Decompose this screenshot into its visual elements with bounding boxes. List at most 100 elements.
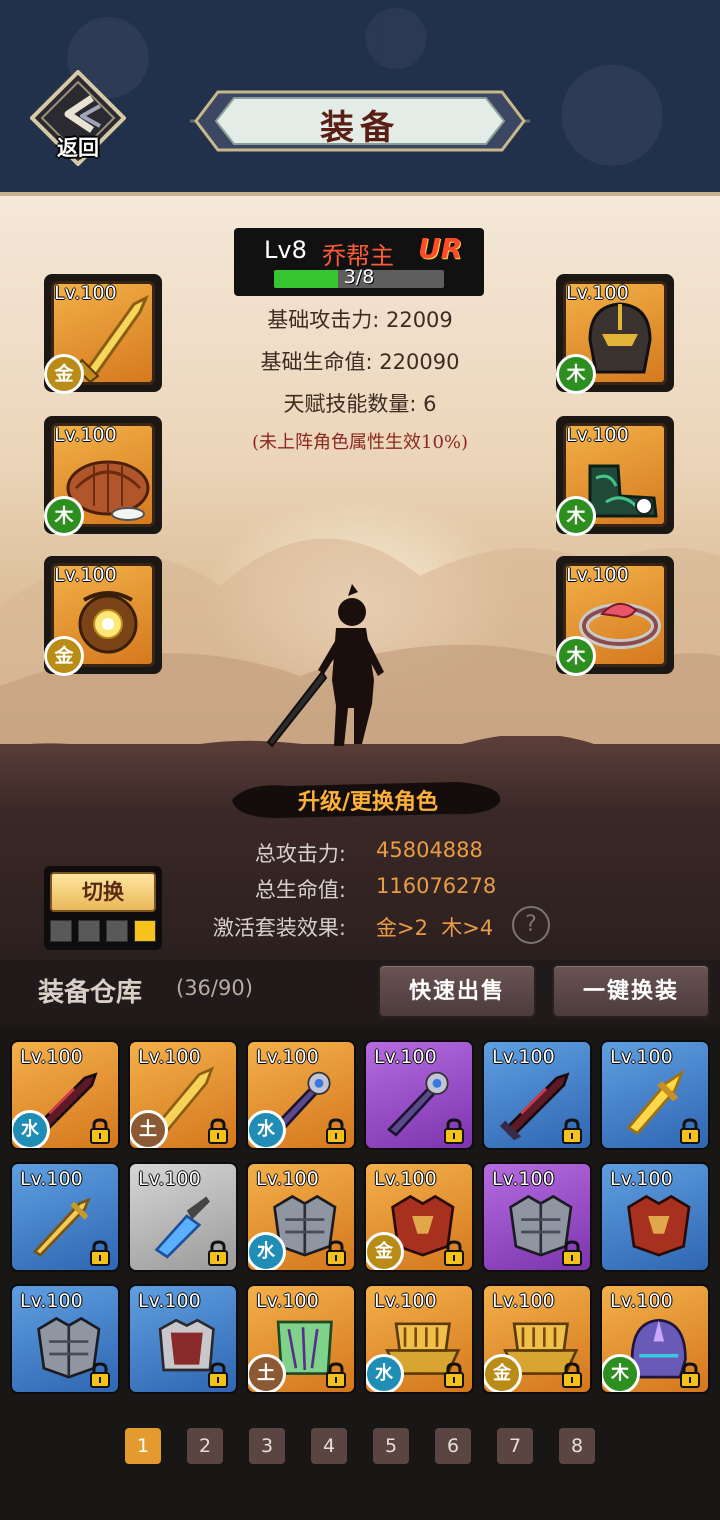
equip-slot-amulet[interactable]: Lv.100 金 <box>44 556 162 676</box>
item-level: Lv.100 <box>20 1290 83 1312</box>
red-armor-icon <box>627 1194 691 1257</box>
lock-icon <box>90 1362 110 1388</box>
equip-slot-helmet[interactable]: Lv.100 木 <box>44 416 162 536</box>
inventory-item[interactable]: Lv.100 <box>128 1284 238 1394</box>
element-badge: 金 <box>44 636 84 676</box>
inventory-item[interactable]: Lv.100 水 <box>364 1284 474 1394</box>
page-button-5[interactable]: 5 <box>373 1428 409 1464</box>
item-level: Lv.100 <box>374 1046 437 1068</box>
lock-icon <box>562 1240 582 1266</box>
inventory-item[interactable]: Lv.100 <box>364 1040 474 1150</box>
warehouse-title: 装备仓库 <box>38 978 143 1008</box>
lock-icon <box>326 1240 346 1266</box>
lock-icon <box>562 1118 582 1144</box>
page-button-4[interactable]: 4 <box>311 1428 347 1464</box>
equip-slot-weapon[interactable]: Lv.100 金 <box>44 274 162 394</box>
item-level: Lv.100 <box>138 1168 201 1190</box>
equip-slot-headgear[interactable]: Lv.100 木 <box>556 274 674 394</box>
element-badge: 水 <box>12 1110 50 1148</box>
item-level: Lv.100 <box>20 1046 83 1068</box>
element-badge: 土 <box>248 1354 286 1392</box>
item-level: Lv.100 <box>610 1290 673 1312</box>
element-badge: 金 <box>366 1232 404 1270</box>
quick-sell-button[interactable]: 快速出售 <box>378 964 536 1018</box>
page-button-1[interactable]: 1 <box>125 1428 161 1464</box>
slot-level: Lv.100 <box>54 424 117 446</box>
lock-icon <box>444 1362 464 1388</box>
lock-icon <box>680 1118 700 1144</box>
lock-icon <box>444 1118 464 1144</box>
hero-level: Lv8 <box>264 236 307 264</box>
total-attack-label: 总攻击力: <box>254 842 346 866</box>
loadout-slot-3[interactable] <box>106 920 128 942</box>
inventory-item[interactable]: Lv.100 水 <box>10 1040 120 1150</box>
loadout-slot-2[interactable] <box>78 920 100 942</box>
element-badge: 金 <box>44 354 84 394</box>
inventory-item[interactable]: Lv.100 <box>10 1284 120 1394</box>
set-effect-label: 激活套装效果: <box>212 916 346 940</box>
lock-icon <box>680 1362 700 1388</box>
base-hp: 基础生命值: 220090 <box>260 350 460 374</box>
inventory-item[interactable]: Lv.100 <box>10 1162 120 1272</box>
page-button-8[interactable]: 8 <box>559 1428 595 1464</box>
item-level: Lv.100 <box>610 1046 673 1068</box>
item-level: Lv.100 <box>492 1290 555 1312</box>
inventory-item[interactable]: Lv.100 土 <box>128 1040 238 1150</box>
page-button-3[interactable]: 3 <box>249 1428 285 1464</box>
element-badge: 土 <box>130 1110 168 1148</box>
inventory-item[interactable]: Lv.100 <box>600 1162 710 1272</box>
hero-rarity-badge: UR <box>418 232 463 265</box>
loadout-slot-4[interactable] <box>134 920 156 942</box>
inventory-item[interactable]: Lv.100 土 <box>246 1284 356 1394</box>
item-level: Lv.100 <box>492 1046 555 1068</box>
hero-silhouette-icon <box>266 584 384 748</box>
equip-slot-boots[interactable]: Lv.100 木 <box>556 416 674 536</box>
page-button-7[interactable]: 7 <box>497 1428 533 1464</box>
lock-icon <box>326 1362 346 1388</box>
item-level: Lv.100 <box>374 1168 437 1190</box>
item-level: Lv.100 <box>138 1290 201 1312</box>
back-button[interactable]: 返回 <box>30 70 126 166</box>
base-attack: 基础攻击力: 22009 <box>267 308 453 332</box>
switch-button[interactable]: 切换 <box>50 872 156 912</box>
back-label: 返回 <box>57 136 99 160</box>
inventory-item[interactable]: Lv.100 金 <box>364 1162 474 1272</box>
set-effect-value: 金>2 木>4 <box>376 916 494 940</box>
loadout-slot-1[interactable] <box>50 920 72 942</box>
upgrade-change-hero-button[interactable]: 升级/更换角色 <box>228 784 508 816</box>
element-badge: 木 <box>602 1354 640 1392</box>
lock-icon <box>90 1240 110 1266</box>
element-badge: 水 <box>248 1110 286 1148</box>
element-badge: 金 <box>484 1354 522 1392</box>
page-title: 装备 <box>320 108 400 148</box>
top-header: 返回 装备 <box>0 0 720 196</box>
inventory-item[interactable]: Lv.100 <box>482 1162 592 1272</box>
help-icon[interactable]: ? <box>512 906 550 944</box>
page-button-2[interactable]: 2 <box>187 1428 223 1464</box>
inventory-item[interactable]: Lv.100 <box>482 1040 592 1150</box>
slot-level: Lv.100 <box>566 424 629 446</box>
talent-count: 天赋技能数量: 6 <box>283 392 437 416</box>
slot-level: Lv.100 <box>54 564 117 586</box>
item-level: Lv.100 <box>138 1046 201 1068</box>
element-badge: 水 <box>366 1354 404 1392</box>
element-badge: 木 <box>44 496 84 536</box>
inventory-item[interactable]: Lv.100 水 <box>246 1162 356 1272</box>
item-level: Lv.100 <box>374 1290 437 1312</box>
equip-slot-bracelet[interactable]: Lv.100 木 <box>556 556 674 676</box>
lock-icon <box>444 1240 464 1266</box>
item-level: Lv.100 <box>610 1168 673 1190</box>
hero-progress-text: 3/8 <box>343 266 375 288</box>
page-button-6[interactable]: 6 <box>435 1428 471 1464</box>
one-click-equip-button[interactable]: 一键换装 <box>552 964 710 1018</box>
total-hp-value: 116076278 <box>376 874 497 898</box>
inventory-item[interactable]: Lv.100 金 <box>482 1284 592 1394</box>
inventory-item[interactable]: Lv.100 <box>600 1040 710 1150</box>
inventory-item[interactable]: Lv.100 木 <box>600 1284 710 1394</box>
inventory-item[interactable]: Lv.100 <box>128 1162 238 1272</box>
lock-icon <box>326 1118 346 1144</box>
inventory-item[interactable]: Lv.100 水 <box>246 1040 356 1150</box>
lock-icon <box>208 1118 228 1144</box>
lock-icon <box>562 1362 582 1388</box>
lock-icon <box>208 1240 228 1266</box>
